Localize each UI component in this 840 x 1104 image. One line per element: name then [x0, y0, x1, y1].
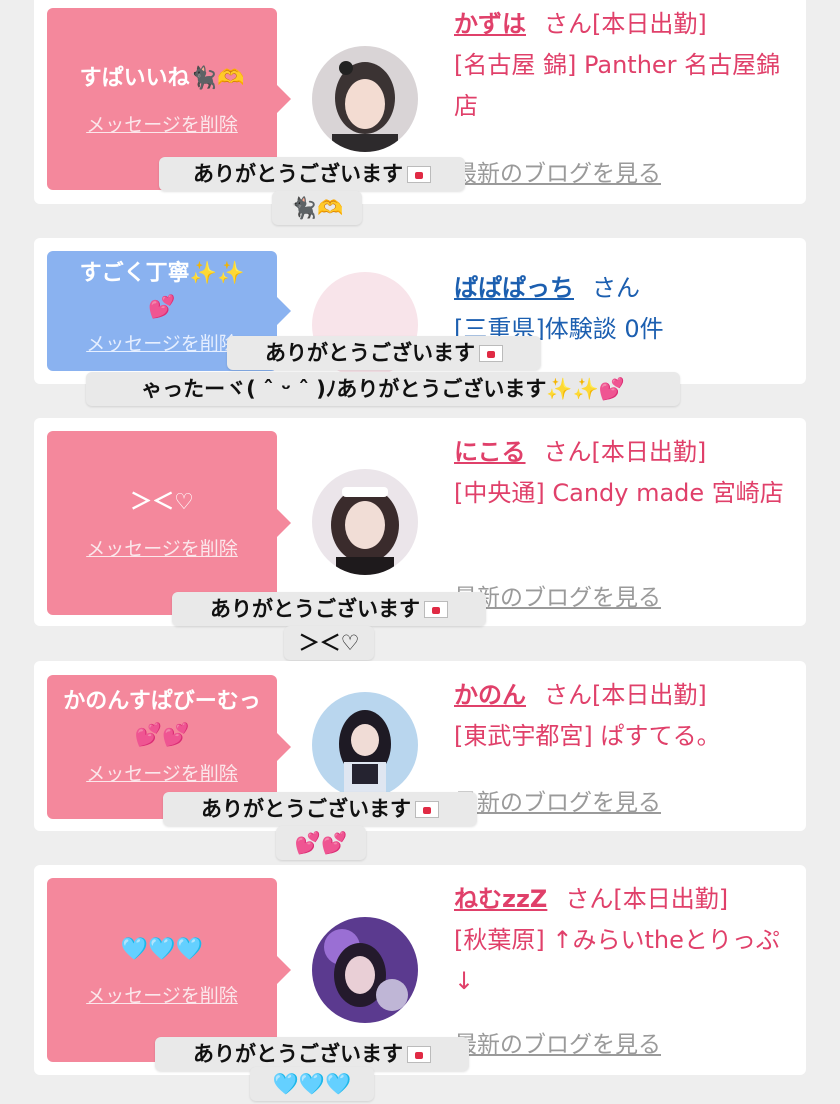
- avatar[interactable]: [312, 692, 418, 798]
- envelope-icon: [407, 1046, 431, 1063]
- shop-name: [名古屋 錦] Panther 名古屋錦店: [454, 51, 781, 120]
- avatar[interactable]: [312, 46, 418, 152]
- status-badge: [本日出勤]: [613, 885, 729, 913]
- latest-blog-link[interactable]: 最新のブログを見る: [454, 783, 661, 817]
- honorific: さん: [565, 885, 614, 913]
- reply-bubble: ありがとうございます: [227, 336, 541, 370]
- reply-emoji: 🐈‍⬛🫶: [290, 196, 344, 220]
- status-badge: [本日出勤]: [591, 438, 707, 466]
- status-badge: [本日出勤]: [592, 10, 707, 38]
- message-bubble: 🩵🩵🩵 メッセージを削除: [47, 878, 291, 1062]
- shop-name: [東武宇都宮] ぱすてる。: [454, 722, 721, 750]
- bubble-tail: [277, 733, 291, 761]
- message-text: 🩵🩵🩵: [120, 936, 204, 962]
- shop-name: [中央通] Candy made 宮崎店: [454, 479, 784, 507]
- cast-info: ねむzzZ さん[本日出勤] [秋葉原] ↑みらいtheとりっぷ↓: [454, 879, 796, 1002]
- reply-text-line2: ゃったーヾ( ˆ ᵕ ˆ )ﾉありがとうございます✨✨💕: [141, 377, 625, 401]
- cast-name-link[interactable]: かずは: [454, 10, 526, 38]
- reply-bubble: ありがとうございます: [155, 1037, 469, 1071]
- reply-bubble: ありがとうございます: [163, 792, 477, 826]
- cast-name-link[interactable]: ねむzzZ: [454, 885, 547, 913]
- status-badge: [本日出勤]: [592, 681, 707, 709]
- avatar[interactable]: [312, 469, 418, 575]
- reply-emoji: 💕💕: [294, 831, 348, 855]
- cast-info: かずは さん[本日出勤] [名古屋 錦] Panther 名古屋錦店: [454, 4, 796, 127]
- envelope-icon: [424, 601, 448, 618]
- bubble-tail: [277, 297, 291, 325]
- honorific: さん: [544, 10, 592, 38]
- reply-emoji: 🩵🩵🩵: [272, 1072, 352, 1096]
- reply-text: ありがとうございます: [265, 341, 475, 365]
- reply-text: ありがとうございます: [210, 597, 420, 621]
- avatar[interactable]: [312, 917, 418, 1023]
- reply-emoji: ＞＜♡: [298, 631, 360, 655]
- reply-bubble: ありがとうございます: [172, 592, 486, 626]
- honorific: さん: [592, 274, 640, 302]
- cast-info: にこる さん[本日出勤] [中央通] Candy made 宮崎店: [454, 432, 796, 514]
- reply-bubble: ありがとうございます: [159, 157, 465, 191]
- reply-bubble-extra: ゃったーヾ( ˆ ᵕ ˆ )ﾉありがとうございます✨✨💕: [86, 372, 680, 406]
- bubble-tail: [277, 956, 291, 984]
- message-bubble: ＞＜♡ メッセージを削除: [47, 431, 291, 615]
- delete-message-link[interactable]: メッセージを削除: [86, 534, 238, 561]
- reply-bubble-extra: 💕💕: [276, 826, 366, 860]
- latest-blog-link[interactable]: 最新のブログを見る: [454, 154, 661, 188]
- bubble-tail: [277, 509, 291, 537]
- message-text: かのんすぱびーむっ💕💕: [63, 689, 261, 748]
- reply-text: ありがとうございます: [193, 162, 403, 186]
- cast-info: かのん さん[本日出勤] [東武宇都宮] ぱすてる。: [454, 675, 796, 757]
- message-text: すぱいいね🐈‍⬛🫶: [79, 65, 245, 91]
- envelope-icon: [415, 801, 439, 818]
- delete-message-link[interactable]: メッセージを削除: [86, 329, 238, 356]
- delete-message-link[interactable]: メッセージを削除: [86, 110, 238, 137]
- cast-name-link[interactable]: かのん: [454, 681, 526, 709]
- bubble-tail: [277, 85, 291, 113]
- reply-bubble-extra: 🐈‍⬛🫶: [272, 191, 362, 225]
- reply-text: ありがとうございます: [201, 797, 411, 821]
- envelope-icon: [479, 345, 503, 362]
- reply-bubble-extra: 🩵🩵🩵: [250, 1067, 374, 1101]
- delete-message-link[interactable]: メッセージを削除: [86, 981, 238, 1008]
- honorific: さん: [543, 438, 592, 466]
- message-text: ＞＜♡: [130, 489, 194, 515]
- cast-name-link[interactable]: ぱぱぱっち: [454, 274, 574, 302]
- message-text: すごく丁寧✨✨💕: [79, 261, 245, 320]
- reply-text: ありがとうございます: [193, 1042, 403, 1066]
- delete-message-link[interactable]: メッセージを削除: [86, 759, 238, 786]
- reply-bubble-extra: ＞＜♡: [284, 626, 374, 660]
- shop-name: [秋葉原] ↑みらいtheとりっぷ↓: [454, 926, 780, 995]
- envelope-icon: [407, 166, 431, 183]
- cast-name-link[interactable]: にこる: [454, 438, 526, 466]
- latest-blog-link[interactable]: 最新のブログを見る: [454, 1025, 661, 1059]
- honorific: さん: [544, 681, 592, 709]
